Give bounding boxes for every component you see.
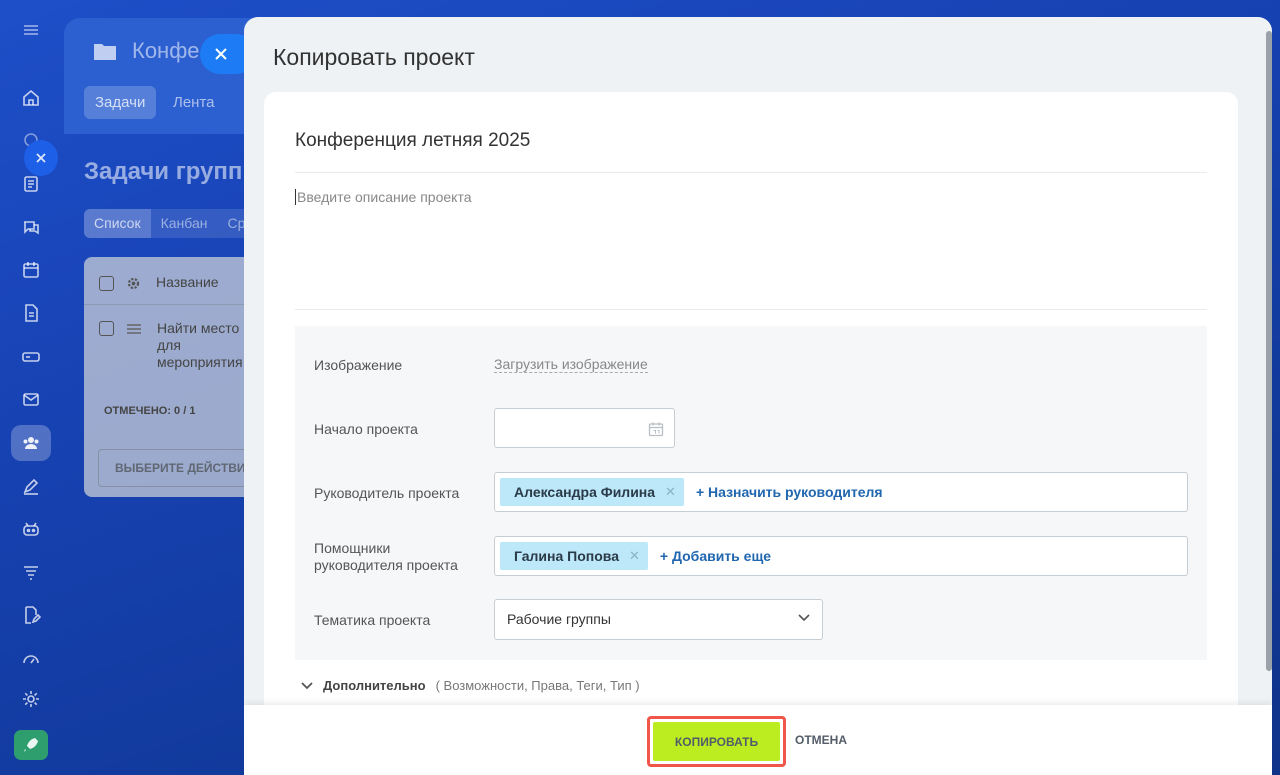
helpers-label: Помощники руководителя проекта [314,540,458,573]
chat-icon[interactable] [11,209,51,245]
assign-owner-link[interactable]: + Назначить руководителя [696,484,883,500]
row-checkbox[interactable] [99,321,114,336]
tab-tasks[interactable]: Задачи [84,86,157,119]
sign-icon[interactable] [11,468,51,504]
subject-select[interactable]: Рабочие группы [494,599,823,640]
remove-owner-icon[interactable]: ✕ [665,484,676,500]
groups-icon[interactable] [11,425,51,461]
remove-helper-icon[interactable]: ✕ [629,548,640,564]
background-header-title: Конфе [132,38,200,63]
left-rail [0,0,62,775]
add-helper-link[interactable]: + Добавить еще [660,548,771,564]
drive-icon[interactable] [11,338,51,374]
panel-footer: КОПИРОВАТЬ ОТМЕНА [244,705,1272,775]
rocket-icon[interactable] [14,730,48,760]
selected-count: ОТМЕЧЕНО: 0 / 1 [104,405,196,417]
additional-hint: ( Возможности, Права, Теги, Тип ) [435,678,640,693]
additional-toggle[interactable]: Дополнительно ( Возможности, Права, Теги… [301,678,640,693]
select-all-checkbox[interactable] [99,276,114,291]
description-input[interactable]: Введите описание проекта [295,189,471,205]
close-icon [215,48,227,60]
scrollbar[interactable] [1266,31,1272,671]
subject-value: Рабочие группы [507,611,611,627]
owner-input[interactable]: Александра Филина ✕ + Назначить руководи… [494,472,1188,512]
drag-handle-icon[interactable] [126,323,142,335]
image-label: Изображение [314,357,403,373]
copy-project-panel: Копировать проект Конференция летняя 202… [244,17,1272,775]
tab-feed[interactable]: Лента [162,86,226,119]
view-switcher: Список Канбан Ср [84,209,256,238]
mail-icon[interactable] [11,381,51,417]
panel-title: Копировать проект [273,44,475,70]
owner-label: Руководитель проекта [314,485,460,501]
project-name-input[interactable]: Конференция летняя 2025 [295,130,530,152]
home-icon[interactable] [11,80,51,116]
view-list[interactable]: Список [84,209,151,238]
calendar-icon[interactable] [648,421,664,437]
upload-image-link[interactable]: Загрузить изображение [494,356,648,373]
subject-label: Тематика проекта [314,612,431,628]
background-header: Конфе [94,38,200,64]
edit-doc-icon[interactable] [11,597,51,633]
calendar-icon[interactable] [11,252,51,288]
copy-button-highlight: КОПИРОВАТЬ [647,716,786,767]
settings-icon[interactable] [11,681,51,717]
news-icon[interactable] [11,166,51,202]
project-form: Изображение Загрузить изображение Начало… [295,326,1207,660]
copy-button[interactable]: КОПИРОВАТЬ [653,722,780,761]
helper-name: Галина Попова [514,548,619,564]
view-kanban[interactable]: Канбан [150,209,218,238]
project-card: Конференция летняя 2025 Введите описание… [264,92,1238,732]
folder-icon [94,44,116,60]
task-title[interactable]: Найти место для мероприятия [157,320,247,371]
helpers-input[interactable]: Галина Попова ✕ + Добавить еще [494,536,1188,576]
cancel-button[interactable]: ОТМЕНА [795,733,847,747]
owner-chip: Александра Филина ✕ [500,478,684,506]
chevron-down-icon [301,681,313,689]
start-date-input[interactable] [494,408,675,448]
owner-name: Александра Филина [514,484,656,500]
additional-label: Дополнительно [323,678,426,693]
robot-icon[interactable] [11,511,51,547]
gear-icon[interactable] [126,276,141,291]
filter-icon[interactable] [11,554,51,590]
menu-icon[interactable] [11,12,51,48]
helper-chip: Галина Попова ✕ [500,542,648,570]
chevron-down-icon [798,614,810,622]
column-name-header: Название [156,274,219,290]
document-icon[interactable] [11,295,51,331]
background-page-title: Задачи групп [84,158,243,185]
start-date-label: Начало проекта [314,421,418,437]
gauge-icon[interactable] [11,640,51,676]
